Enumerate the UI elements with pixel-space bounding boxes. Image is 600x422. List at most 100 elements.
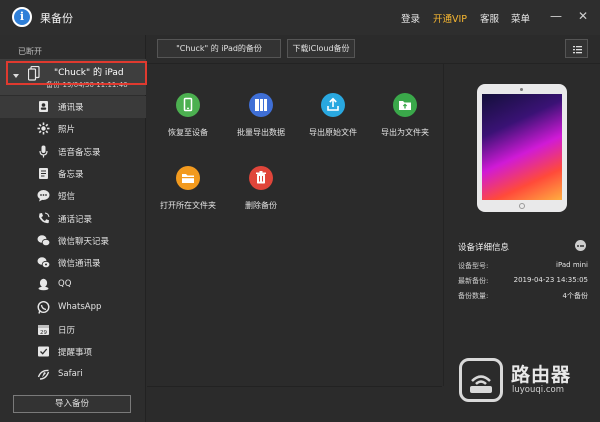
- sidebar-item[interactable]: 提醒事项: [0, 341, 146, 363]
- sidebar-item[interactable]: 通讯录: [0, 96, 146, 118]
- sidebar-item[interactable]: 备忘录: [0, 163, 146, 185]
- ipad-camera: [520, 88, 523, 91]
- detail-key: 设备型号:: [458, 262, 489, 270]
- contacts-icon: [39, 101, 48, 112]
- action-label: 打开所在文件夹: [160, 201, 216, 210]
- sidebar-item-label: 备忘录: [58, 169, 84, 180]
- detail-value: iPad mini: [556, 261, 588, 269]
- safari-icon: [37, 369, 50, 380]
- action-tile[interactable]: 恢复至设备: [148, 93, 228, 153]
- device-card[interactable]: "Chuck" 的 iPad 备份-19/04/30 11:11:46: [0, 59, 146, 95]
- watermark-site: luyouqi.com: [512, 385, 564, 395]
- download-icloud-button[interactable]: 下载iCloud备份: [287, 39, 355, 58]
- device-detail-panel: 设备详细信息 设备型号: iPad mini 最新备份: 2019-04-23 14:…: [443, 64, 600, 386]
- sidebar-item-label: 提醒事项: [58, 348, 93, 359]
- app-logo-icon: i: [12, 7, 32, 27]
- sidebar-item-label: 通讯录: [58, 103, 84, 113]
- more-options-icon[interactable]: [575, 240, 586, 251]
- device-name: "Chuck" 的 iPad: [54, 68, 124, 78]
- backup-tab[interactable]: "Chuck" 的 iPad的备份: [157, 39, 281, 58]
- sidebar-item[interactable]: WhatsApp: [0, 297, 146, 319]
- sidebar-item[interactable]: 微信聊天记录: [0, 230, 146, 252]
- sidebar-item-label: 微信聊天记录: [58, 236, 110, 247]
- sidebar-item[interactable]: 通话记录: [0, 208, 146, 230]
- sidebar-item[interactable]: Safari: [0, 364, 146, 386]
- svg-text:29: 29: [40, 330, 47, 336]
- message-icon: [37, 190, 50, 202]
- detail-row: 备份数量: 4个备份: [458, 291, 588, 303]
- app-title: 果备份: [40, 12, 73, 25]
- detail-value: 4个备份: [562, 292, 588, 300]
- main-bottom-divider: [147, 386, 442, 387]
- sidebar-item-label: 微信通讯录: [58, 259, 101, 270]
- sidebar-item[interactable]: 照片: [0, 118, 146, 140]
- ipad-home-button: [519, 203, 525, 209]
- menu-link[interactable]: 菜单: [511, 11, 530, 25]
- sidebar-item-label: 短信: [58, 192, 76, 203]
- list-icon: [573, 46, 582, 54]
- detail-value: 2019-04-23 14:35:05: [513, 276, 588, 284]
- action-tile[interactable]: 导出原始文件: [293, 93, 373, 153]
- action-tile[interactable]: 删除备份: [221, 166, 301, 226]
- sidebar-item-label: 日历: [58, 326, 76, 336]
- device-icon: [28, 66, 40, 81]
- ipad-image: [477, 84, 567, 212]
- list-view-button[interactable]: [565, 39, 588, 58]
- sidebar-item-label: QQ: [58, 279, 72, 290]
- login-link[interactable]: 登录: [401, 11, 420, 25]
- calendar-icon: 29: [38, 325, 49, 336]
- action-label: 导出原始文件: [309, 128, 357, 137]
- watermark: 路由器 luyouqi.com: [459, 358, 600, 418]
- title-bar: i 果备份 登录 开通VIP 客服 菜单 — ✕: [0, 0, 600, 35]
- connection-status: 已断开: [18, 47, 42, 56]
- detail-key: 最新备份:: [458, 277, 489, 285]
- export-folder-icon[interactable]: [393, 93, 417, 117]
- caret-down-icon[interactable]: [13, 74, 19, 78]
- router-logo-icon: [459, 358, 503, 402]
- sidebar-item[interactable]: 微信通讯录: [0, 252, 146, 274]
- restore-device-icon[interactable]: [176, 93, 200, 117]
- microphone-icon: [39, 145, 48, 158]
- detail-key: 备份数量:: [458, 292, 489, 300]
- sidebar-item-label: Safari: [58, 368, 83, 379]
- photos-icon: [37, 122, 50, 135]
- service-link[interactable]: 客服: [480, 11, 499, 25]
- device-backup-date: 备份-19/04/30 11:11:46: [46, 81, 128, 89]
- action-label: 恢复至设备: [168, 128, 208, 137]
- minimize-button[interactable]: —: [548, 8, 564, 24]
- action-label: 导出为文件夹: [381, 128, 429, 137]
- ipad-screen: [482, 94, 562, 200]
- phone-icon: [39, 212, 50, 223]
- detail-row: 最新备份: 2019-04-23 14:35:05: [458, 276, 588, 288]
- export-raw-icon[interactable]: [321, 93, 345, 117]
- sidebar-item[interactable]: 29 日历: [0, 319, 146, 341]
- details-title: 设备详细信息: [458, 243, 510, 253]
- notes-icon: [39, 167, 48, 179]
- action-label: 批量导出数据: [237, 128, 285, 137]
- wechat-contacts-icon: [37, 257, 50, 269]
- close-button[interactable]: ✕: [575, 8, 591, 24]
- sidebar: 已断开 "Chuck" 的 iPad 备份-19/04/30 11:11:46 …: [0, 35, 146, 422]
- action-label: 删除备份: [245, 201, 277, 210]
- action-tile[interactable]: 导出为文件夹: [365, 93, 445, 153]
- trash-icon[interactable]: [249, 166, 273, 190]
- sidebar-item-label: 照片: [58, 125, 76, 136]
- reminder-icon: [38, 346, 49, 357]
- wechat-icon: [37, 234, 50, 246]
- vip-link[interactable]: 开通VIP: [433, 11, 467, 25]
- sidebar-item-label: 通话记录: [58, 214, 93, 225]
- whatsapp-icon: [37, 300, 50, 314]
- sidebar-item-label: 语音备忘录: [58, 147, 101, 158]
- sidebar-item[interactable]: QQ: [0, 274, 146, 296]
- sidebar-item[interactable]: 语音备忘录: [0, 141, 146, 163]
- watermark-brand: 路由器: [511, 364, 572, 386]
- sidebar-item-label: WhatsApp: [58, 301, 102, 312]
- qq-icon: [38, 279, 49, 291]
- sidebar-item[interactable]: 短信: [0, 185, 146, 207]
- batch-export-icon[interactable]: [249, 93, 273, 117]
- open-folder-icon[interactable]: [176, 166, 200, 190]
- detail-row: 设备型号: iPad mini: [458, 261, 588, 273]
- action-tile[interactable]: 批量导出数据: [221, 93, 301, 153]
- action-tile[interactable]: 打开所在文件夹: [148, 166, 228, 226]
- import-backup-button[interactable]: 导入备份: [13, 395, 131, 413]
